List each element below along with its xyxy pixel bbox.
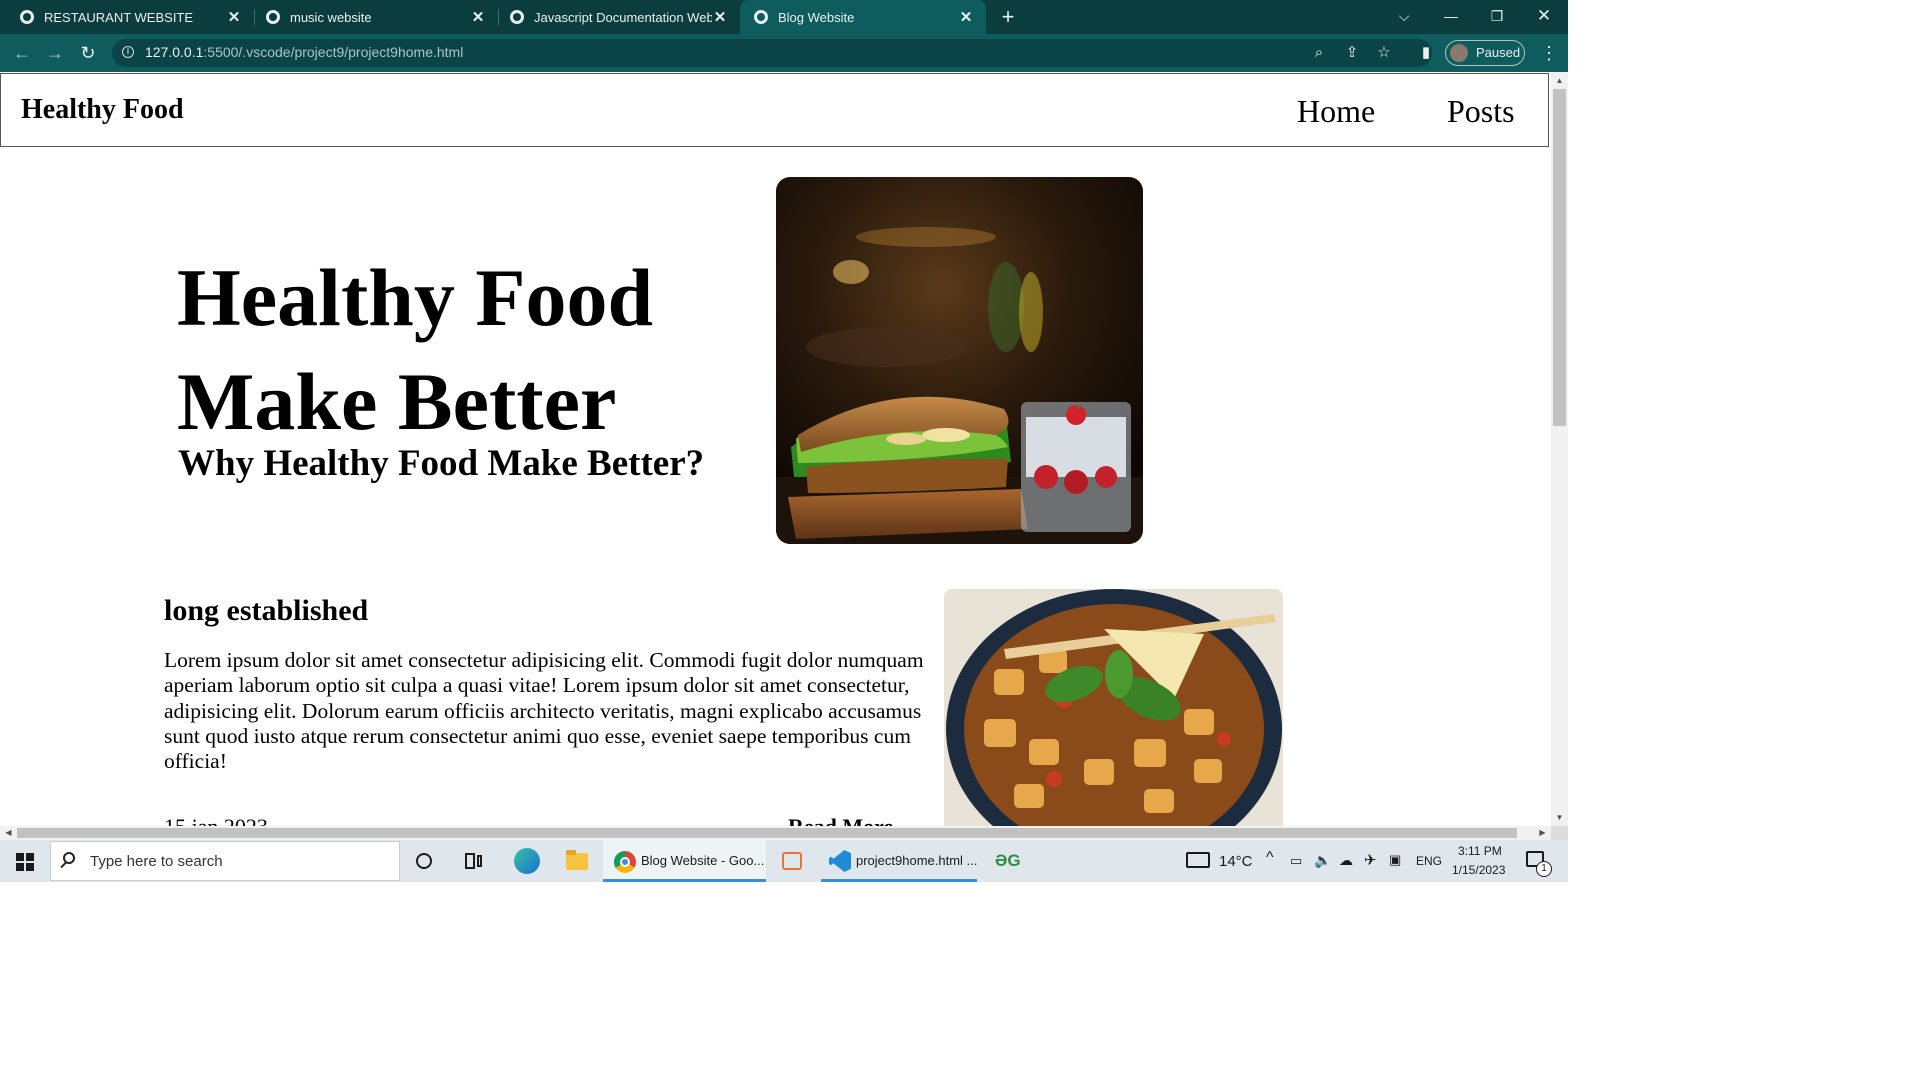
tab-blog-website[interactable]: Blog Website ✕: [740, 0, 986, 34]
taskbar-vscode[interactable]: project9home.html ...: [821, 840, 977, 882]
hero-title: Healthy Food Make Better: [177, 252, 654, 447]
tab-title: music website: [290, 9, 372, 25]
horizontal-scrollbar[interactable]: ◀ ▶: [0, 826, 1551, 840]
vscode-icon: [829, 850, 851, 872]
globe-icon: [266, 10, 280, 24]
taskbar-chrome-blog[interactable]: Blog Website - Goo...: [603, 840, 766, 882]
windows-start-icon[interactable]: [16, 853, 34, 871]
volume-icon[interactable]: 🔈: [1314, 852, 1331, 869]
browser-toolbar: ← → ↻ i 127.0.0.1:5500/.vscode/project9/…: [0, 34, 1568, 72]
windows-taskbar: Type here to search Blog Website - Goo..…: [0, 840, 1568, 882]
app-icon[interactable]: [775, 840, 809, 882]
globe-icon: [20, 10, 34, 24]
profile-button[interactable]: Paused: [1445, 40, 1525, 66]
avatar: [1450, 44, 1468, 62]
page-viewport: Healthy Food Home Posts Healthy Food Mak…: [0, 72, 1551, 826]
device-icon[interactable]: ▣: [1389, 852, 1401, 868]
cortana-icon[interactable]: [410, 840, 440, 882]
tab-search-icon[interactable]: ⌵: [1381, 0, 1427, 34]
vertical-scrollbar[interactable]: ▲ ▼: [1551, 72, 1568, 826]
nav-posts-link[interactable]: Posts: [1447, 93, 1515, 130]
close-tab-icon[interactable]: ✕: [712, 8, 728, 26]
active-indicator: [603, 879, 766, 882]
hero-food-image: [776, 177, 1143, 544]
stirfry-photo: [944, 589, 1283, 826]
url-host: 127.0.0.1: [145, 44, 204, 60]
tab-javascript-docs[interactable]: Javascript Documentation Website ✕: [498, 0, 740, 34]
globe-icon: [754, 10, 768, 24]
close-window-icon[interactable]: ✕: [1521, 0, 1567, 34]
side-panel-icon[interactable]: ▮: [1417, 44, 1435, 62]
language-indicator[interactable]: ENG: [1416, 854, 1442, 868]
search-icon: [63, 852, 75, 864]
search-placeholder: Type here to search: [90, 853, 223, 870]
site-info-icon[interactable]: i: [122, 46, 134, 58]
chrome-menu-icon[interactable]: ⋮: [1540, 42, 1558, 64]
url-text[interactable]: 127.0.0.1:5500/.vscode/project9/project9…: [145, 44, 463, 60]
scroll-left-icon[interactable]: ◀: [0, 826, 17, 840]
tab-title: RESTAURANT WEBSITE: [44, 9, 194, 25]
weather-temp[interactable]: 14°C: [1219, 853, 1253, 870]
active-indicator: [821, 879, 977, 882]
post-title: long established: [164, 594, 369, 627]
geeksforgeeks-icon[interactable]: ƏG: [990, 840, 1024, 882]
globe-icon: [510, 10, 524, 24]
airplane-icon[interactable]: ✈: [1364, 851, 1377, 869]
tray-chevron-icon[interactable]: ^: [1266, 849, 1274, 867]
tab-title: Blog Website: [778, 9, 855, 25]
scrollbar-corner: [1551, 826, 1568, 840]
new-tab-button[interactable]: +: [996, 4, 1020, 30]
tab-strip: RESTAURANT WEBSITE ✕ music website ✕ Jav…: [0, 0, 1568, 34]
nav-home-link[interactable]: Home: [1297, 93, 1375, 130]
url-path: :5500/.vscode/project9/project9home.html: [203, 44, 464, 60]
reload-icon[interactable]: ↻: [77, 42, 99, 64]
hero-subtitle: Why Healthy Food Make Better?: [178, 443, 705, 484]
notification-count: 1: [1536, 861, 1552, 877]
network-icon[interactable]: ☁: [1339, 852, 1353, 869]
post-body: Lorem ipsum dolor sit amet consectetur a…: [164, 648, 924, 774]
close-tab-icon[interactable]: ✕: [226, 8, 242, 26]
task-view-icon[interactable]: [458, 840, 488, 882]
scroll-down-icon[interactable]: ▼: [1551, 809, 1568, 826]
site-brand[interactable]: Healthy Food: [21, 94, 184, 126]
taskbar-search-box[interactable]: Type here to search: [50, 841, 400, 881]
forward-icon[interactable]: →: [44, 42, 66, 64]
tab-music-website[interactable]: music website ✕: [254, 0, 498, 34]
horizontal-scroll-thumb[interactable]: [17, 828, 1517, 838]
battery-icon[interactable]: ▭: [1290, 853, 1302, 869]
minimize-icon[interactable]: —: [1428, 0, 1474, 34]
clock-time[interactable]: 3:11 PM: [1458, 844, 1502, 858]
taskbar-app-label: Blog Website - Goo...: [641, 853, 765, 868]
back-icon[interactable]: ←: [11, 42, 33, 64]
clock-date[interactable]: 1/15/2023: [1452, 863, 1505, 877]
close-tab-icon[interactable]: ✕: [958, 8, 974, 26]
scroll-up-icon[interactable]: ▲: [1551, 72, 1568, 89]
post-food-image: [944, 589, 1283, 826]
bookmark-star-icon[interactable]: ☆: [1375, 44, 1393, 62]
read-more-link[interactable]: Read More: [788, 814, 893, 826]
file-explorer-icon[interactable]: [560, 840, 594, 882]
address-bar[interactable]: i 127.0.0.1:5500/.vscode/project9/projec…: [112, 39, 1432, 67]
taskbar-app-label: project9home.html ...: [856, 853, 978, 868]
tab-title: Javascript Documentation Website: [534, 9, 712, 25]
close-tab-icon[interactable]: ✕: [470, 8, 486, 26]
edge-icon[interactable]: [510, 840, 544, 882]
scroll-right-icon[interactable]: ▶: [1534, 826, 1551, 840]
vertical-scroll-thumb[interactable]: [1553, 89, 1566, 426]
news-widget-icon[interactable]: [1186, 852, 1210, 868]
share-icon[interactable]: ⇪: [1343, 44, 1361, 62]
tab-restaurant-website[interactable]: RESTAURANT WEBSITE ✕: [0, 0, 254, 34]
post-date: 15 jan 2023: [164, 814, 268, 826]
zoom-icon[interactable]: ⌕: [1310, 44, 1328, 62]
sandwich-photo: [776, 177, 1143, 544]
profile-status: Paused: [1476, 45, 1521, 60]
site-navbar: Healthy Food Home Posts: [0, 73, 1549, 147]
restore-icon[interactable]: ❐: [1474, 0, 1520, 34]
